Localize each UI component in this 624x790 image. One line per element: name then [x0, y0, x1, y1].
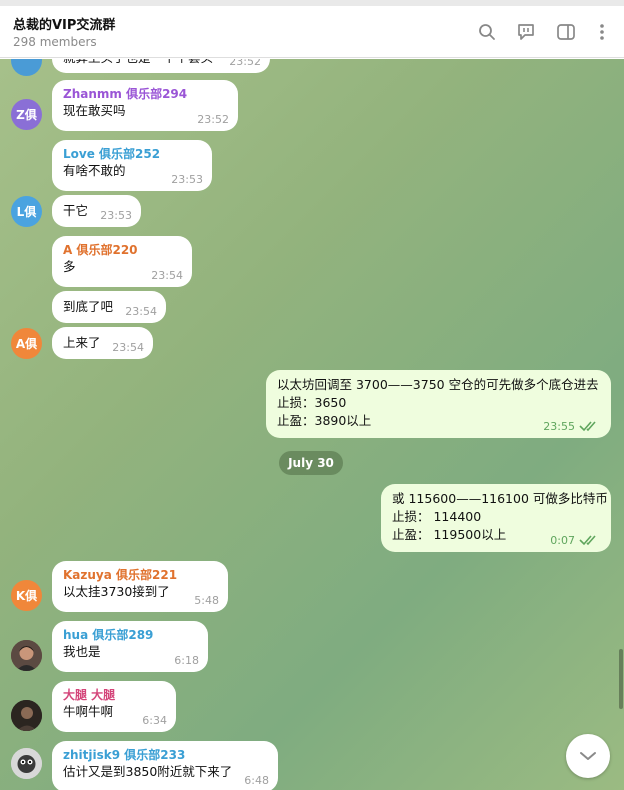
- message-bubble-outgoing[interactable]: 以太坊回调至 3700——3750 空仓的可先做多个底仓进去 止损：3650 止…: [266, 370, 611, 438]
- scrollbar[interactable]: [619, 649, 623, 709]
- message-time: 23:55: [543, 420, 575, 433]
- sender-name[interactable]: Kazuya 俱乐部221: [63, 567, 217, 583]
- message-time: 23:54: [151, 269, 183, 282]
- message-time: 23:53: [171, 173, 203, 186]
- message-bubble[interactable]: A 俱乐部220 多 23:54: [52, 236, 192, 287]
- message-bubble[interactable]: Zhanmm 俱乐部294 现在敢买吗 23:52: [52, 80, 238, 131]
- member-count: 298 members: [13, 35, 97, 49]
- sender-name[interactable]: Love 俱乐部252: [63, 146, 201, 162]
- sender-name[interactable]: A 俱乐部220: [63, 242, 181, 258]
- message-bubble[interactable]: Love 俱乐部252 有啥不敢的 23:53: [52, 140, 212, 191]
- read-check-icon: [579, 421, 596, 432]
- chevron-down-icon: [580, 752, 596, 760]
- search-icon[interactable]: [475, 20, 499, 44]
- message-time: 6:48: [244, 774, 269, 787]
- message-time: 6:34: [142, 714, 167, 727]
- scroll-down-button[interactable]: [566, 734, 610, 778]
- message-bubble[interactable]: Kazuya 俱乐部221 以太挂3730接到了 5:48: [52, 561, 228, 612]
- avatar[interactable]: [11, 748, 42, 779]
- message-bubble[interactable]: 上来了 23:54: [52, 327, 153, 359]
- message-time: 5:48: [194, 594, 219, 607]
- avatar[interactable]: [11, 700, 42, 731]
- avatar[interactable]: Z俱: [11, 99, 42, 130]
- read-check-icon: [579, 535, 596, 546]
- avatar[interactable]: L俱: [11, 196, 42, 227]
- message-time: 23:52: [229, 59, 261, 68]
- message-time: 23:54: [125, 305, 157, 318]
- avatar[interactable]: [11, 640, 42, 671]
- message-bubble[interactable]: 就算上头了也是一个个套头 23:52: [52, 59, 270, 73]
- message-text: 以太坊回调至 3700——3750 空仓的可先做多个底仓进去: [277, 377, 599, 392]
- sidebar-icon[interactable]: [554, 20, 578, 44]
- message-bubble[interactable]: hua 俱乐部289 我也是 6:18: [52, 621, 208, 672]
- message-bubble[interactable]: 干它 23:53: [52, 195, 141, 227]
- message-bubble-outgoing[interactable]: 或 115600——116100 可做多比特币 止损： 114400 止盈： 1…: [381, 484, 611, 552]
- message-text: 或 115600——116100 可做多比特币: [392, 491, 608, 506]
- message-text: 估计又是到3850附近就下来了: [63, 764, 233, 779]
- more-icon[interactable]: [590, 20, 614, 44]
- message-text: 止损： 114400: [392, 509, 482, 524]
- message-bubble[interactable]: 大腿 大腿 牛啊牛啊 6:34: [52, 681, 176, 732]
- chat-area[interactable]: 就算上头了也是一个个套头 23:52 Zhanmm 俱乐部294 现在敢买吗 2…: [0, 59, 624, 790]
- avatar[interactable]: [11, 59, 42, 76]
- avatar[interactable]: A俱: [11, 328, 42, 359]
- message-time: 23:53: [100, 209, 132, 222]
- message-bubble[interactable]: 到底了吧 23:54: [52, 291, 166, 323]
- message-time: 23:52: [197, 113, 229, 126]
- chat-header[interactable]: 总裁的VIP交流群 298 members: [0, 6, 624, 58]
- chat-title: 总裁的VIP交流群: [13, 18, 116, 33]
- message-bubble[interactable]: zhitjisk9 俱乐部233 估计又是到3850附近就下来了 6:48: [52, 741, 278, 790]
- date-separator: July 30: [279, 451, 343, 475]
- sender-name[interactable]: zhitjisk9 俱乐部233: [63, 747, 267, 763]
- sender-name[interactable]: hua 俱乐部289: [63, 627, 197, 643]
- topic-icon[interactable]: [514, 20, 538, 44]
- sender-name[interactable]: 大腿 大腿: [63, 687, 165, 703]
- message-time: 0:07: [550, 534, 575, 547]
- avatar[interactable]: K俱: [11, 580, 42, 611]
- message-time: 6:18: [174, 654, 199, 667]
- message-time: 23:54: [112, 341, 144, 354]
- sender-name[interactable]: Zhanmm 俱乐部294: [63, 86, 227, 102]
- message-text: 止损：3650: [277, 395, 347, 410]
